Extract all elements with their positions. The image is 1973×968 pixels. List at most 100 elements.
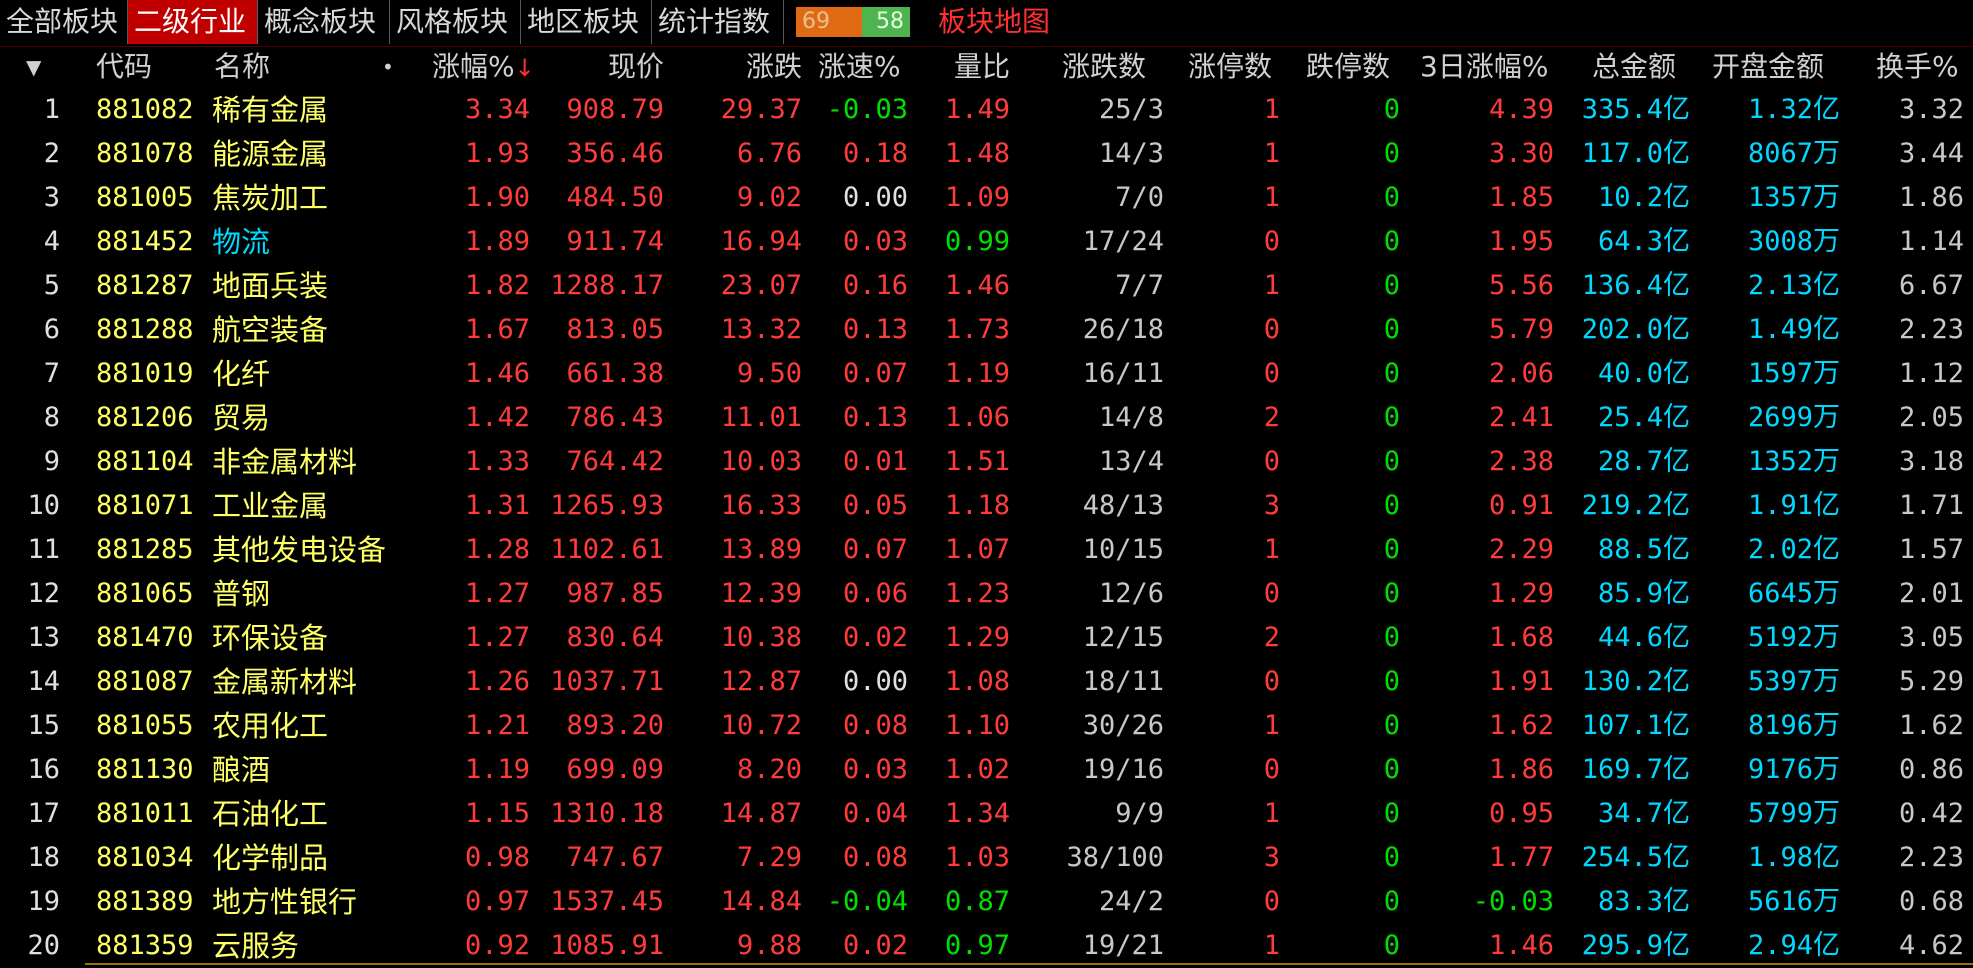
tab-secondary-industry[interactable]: 二级行业: [128, 0, 258, 44]
row-code: 881452: [96, 226, 194, 257]
row-change-3d: 1.85: [1488, 182, 1554, 213]
row-updown-count: 10/15: [1082, 534, 1164, 565]
row-name: 稀有金属: [212, 93, 329, 127]
row-turnover: 2.23: [1898, 314, 1964, 345]
table-row[interactable]: 11 881285 其他发电设备 1.28 1102.61 13.89 0.07 1.07 10…: [0, 528, 1973, 572]
row-change-3d: 1.62: [1488, 710, 1554, 741]
table-row[interactable]: 4 881452 物流 1.89 911.74 16.94 0.03 0.99 17/24 0 0 1…: [0, 220, 1973, 264]
row-speed: 0.03: [842, 226, 908, 257]
row-price: 747.67: [566, 842, 664, 873]
row-turnover: 0.42: [1898, 798, 1964, 829]
row-speed: 0.16: [842, 270, 908, 301]
table-row[interactable]: 9 881104 非金属材料 1.33 764.42 10.03 0.01 1.51 13/4 0…: [0, 440, 1973, 484]
row-change: 16.94: [720, 226, 802, 257]
row-volume-ratio: 1.51: [944, 446, 1010, 477]
col-change-pct[interactable]: 涨幅%↓: [432, 46, 535, 88]
tab-style-sectors[interactable]: 风格板块: [390, 0, 521, 44]
table-row[interactable]: 17 881011 石油化工 1.15 1310.18 14.87 0.04 1.34 9/9 1…: [0, 792, 1973, 836]
row-limit-down: 0: [1383, 886, 1400, 917]
table-row[interactable]: 12 881065 普钢 1.27 987.85 12.39 0.06 1.23 12/6 0 0 1…: [0, 572, 1973, 616]
col-speed[interactable]: 涨速%: [818, 46, 901, 88]
row-total-amount: 10.2亿: [1597, 182, 1690, 213]
row-change-pct: 1.33: [464, 446, 530, 477]
sector-map-link[interactable]: 板块地图: [938, 0, 1050, 44]
table-row[interactable]: 19 881389 地方性银行 0.97 1537.45 14.84 -0.04 0.87 24…: [0, 880, 1973, 924]
col-updown-count[interactable]: 涨跌数: [1062, 46, 1146, 88]
col-price[interactable]: 现价: [560, 46, 664, 88]
row-price: 1085.91: [550, 930, 664, 961]
col-change-pct-label: 涨幅%: [432, 50, 515, 83]
table-row[interactable]: 1 881082 稀有金属 3.34 908.79 29.37 -0.03 1.49 25/3 1…: [0, 88, 1973, 132]
row-speed: 0.05: [842, 490, 908, 521]
row-index: 17: [27, 798, 60, 829]
table-row[interactable]: 20 881359 云服务 0.92 1085.91 9.88 0.02 0.97 19/21 1…: [0, 924, 1973, 968]
table-row[interactable]: 8 881206 贸易 1.42 786.43 11.01 0.13 1.06 14/8 2 0 2.…: [0, 396, 1973, 440]
row-open-amount: 1352万: [1747, 446, 1840, 477]
table-row[interactable]: 18 881034 化学制品 0.98 747.67 7.29 0.08 1.03 38/100…: [0, 836, 1973, 880]
row-total-amount: 219.2亿: [1581, 490, 1690, 521]
row-limit-down: 0: [1383, 358, 1400, 389]
row-change: 14.84: [720, 886, 802, 917]
row-open-amount: 1.32亿: [1747, 94, 1840, 125]
row-limit-down: 0: [1383, 798, 1400, 829]
row-limit-up: 0: [1263, 578, 1280, 609]
row-price: 908.79: [566, 94, 664, 125]
col-code[interactable]: 代码: [96, 46, 152, 88]
col-name[interactable]: 名称: [214, 46, 270, 88]
table-row[interactable]: 2 881078 能源金属 1.93 356.46 6.76 0.18 1.48 14/3 1 0 3…: [0, 132, 1973, 176]
table-row[interactable]: 6 881288 航空装备 1.67 813.05 13.32 0.13 1.73 26/18 0…: [0, 308, 1973, 352]
row-code: 881019: [96, 358, 194, 389]
tab-all-sectors[interactable]: 全部板块: [0, 0, 128, 44]
row-code: 881055: [96, 710, 194, 741]
table-row[interactable]: 15 881055 农用化工 1.21 893.20 10.72 0.08 1.10 30/26…: [0, 704, 1973, 748]
row-speed: 0.02: [842, 622, 908, 653]
col-change-3d[interactable]: 3日涨幅%: [1420, 46, 1548, 88]
table-row[interactable]: 7 881019 化纤 1.46 661.38 9.50 0.07 1.19 16/11 0 0 2.…: [0, 352, 1973, 396]
table-row[interactable]: 13 881470 环保设备 1.27 830.64 10.38 0.02 1.29 12/15…: [0, 616, 1973, 660]
col-change[interactable]: 涨跌: [700, 46, 802, 88]
row-code: 881078: [96, 138, 194, 169]
row-change-3d: 1.86: [1488, 754, 1554, 785]
row-open-amount: 2.02亿: [1747, 534, 1840, 565]
row-limit-up: 0: [1263, 886, 1280, 917]
row-change-pct: 1.93: [464, 138, 530, 169]
table-row[interactable]: 3 881005 焦炭加工 1.90 484.50 9.02 0.00 1.09 7/0 1 0 1.…: [0, 176, 1973, 220]
row-index: 1: [43, 94, 60, 125]
col-turnover[interactable]: 换手%: [1876, 46, 1959, 88]
row-speed: -0.04: [826, 886, 908, 917]
col-limit-down[interactable]: 跌停数: [1306, 46, 1390, 88]
row-turnover: 6.67: [1898, 270, 1964, 301]
table-row[interactable]: 5 881287 地面兵装 1.82 1288.17 23.07 0.16 1.46 7/7 1 0…: [0, 264, 1973, 308]
tab-concept-sectors[interactable]: 概念板块: [258, 0, 390, 44]
row-change-pct: 1.67: [464, 314, 530, 345]
row-limit-down: 0: [1383, 930, 1400, 961]
table-row[interactable]: 10 881071 工业金属 1.31 1265.93 16.33 0.05 1.18 48/1…: [0, 484, 1973, 528]
row-open-amount: 5192万: [1747, 622, 1840, 653]
tab-region-sectors[interactable]: 地区板块: [521, 0, 652, 44]
column-menu-dropdown-icon[interactable]: ▼: [26, 46, 41, 88]
row-updown-count: 48/13: [1082, 490, 1164, 521]
table-row[interactable]: 14 881087 金属新材料 1.26 1037.71 12.87 0.00 1.08 18/…: [0, 660, 1973, 704]
row-turnover: 2.23: [1898, 842, 1964, 873]
row-open-amount: 1.91亿: [1747, 490, 1840, 521]
row-limit-down: 0: [1383, 578, 1400, 609]
row-change-3d: 4.39: [1488, 94, 1554, 125]
row-turnover: 3.32: [1898, 94, 1964, 125]
row-volume-ratio: 0.99: [944, 226, 1010, 257]
row-total-amount: 169.7亿: [1581, 754, 1690, 785]
col-limit-up[interactable]: 涨停数: [1188, 46, 1272, 88]
row-code: 881034: [96, 842, 194, 873]
row-limit-down: 0: [1383, 138, 1400, 169]
col-total-amount[interactable]: 总金额: [1592, 46, 1676, 88]
col-volume-ratio[interactable]: 量比: [920, 46, 1010, 88]
row-limit-down: 0: [1383, 666, 1400, 697]
row-speed: 0.00: [842, 666, 908, 697]
table-row[interactable]: 16 881130 酿酒 1.19 699.09 8.20 0.03 1.02 19/16 0 0 1…: [0, 748, 1973, 792]
row-change: 9.02: [736, 182, 802, 213]
row-change-3d: 2.06: [1488, 358, 1554, 389]
tab-statistics-index[interactable]: 统计指数: [652, 0, 784, 44]
row-total-amount: 83.3亿: [1597, 886, 1690, 917]
row-turnover: 1.86: [1898, 182, 1964, 213]
row-limit-down: 0: [1383, 754, 1400, 785]
col-open-amount[interactable]: 开盘金额: [1712, 46, 1824, 88]
